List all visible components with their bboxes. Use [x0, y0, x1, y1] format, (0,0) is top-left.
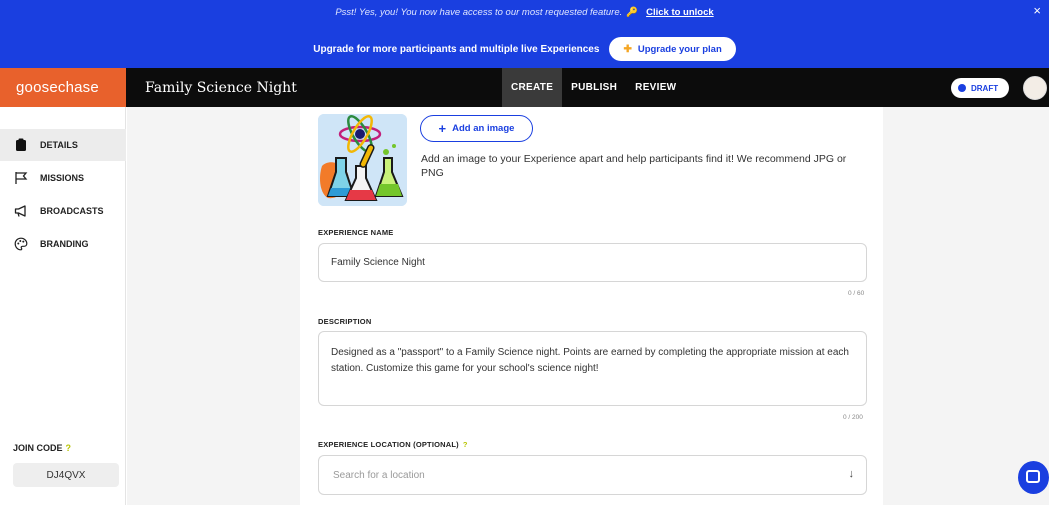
upgrade-plan-label: Upgrade your plan [637, 43, 722, 55]
name-char-counter: 0 / 60 [848, 290, 865, 297]
join-code-label-text: JOIN CODE [13, 443, 63, 453]
toggle-knob [958, 84, 966, 92]
draft-label: DRAFT [971, 83, 999, 93]
nav-tabs: CREATE PUBLISH REVIEW [502, 68, 685, 107]
sidebar-item-details[interactable]: DETAILS [0, 129, 126, 161]
experience-name-input[interactable]: Family Science Night [318, 243, 867, 282]
upgrade-line: Upgrade for more participants and multip… [0, 37, 1049, 61]
plus-icon: + [438, 121, 447, 136]
join-code-value[interactable]: DJ4QVX [13, 463, 119, 487]
upgrade-icon: ✚ [623, 43, 632, 55]
add-image-label: Add an image [452, 123, 515, 134]
sidebar-item-label: BROADCASTS [40, 206, 104, 216]
unlock-link[interactable]: Click to unlock [646, 7, 714, 18]
draft-status-toggle[interactable]: DRAFT [951, 78, 1009, 98]
chevron-down-icon[interactable]: ↓ [849, 468, 855, 480]
avatar[interactable] [1023, 76, 1047, 100]
tab-publish[interactable]: PUBLISH [562, 68, 626, 107]
description-char-counter: 0 / 200 [843, 414, 863, 421]
science-flask-image [318, 114, 407, 206]
location-label-text: EXPERIENCE LOCATION (OPTIONAL) [318, 440, 459, 449]
close-icon[interactable]: × [1033, 3, 1041, 18]
help-icon[interactable]: ? [463, 440, 468, 449]
tab-review[interactable]: REVIEW [626, 68, 685, 107]
sidebar: DETAILS MISSIONS BROADCASTS BRANDING JOI… [0, 107, 126, 505]
sidebar-item-branding[interactable]: BRANDING [0, 228, 126, 260]
tab-create[interactable]: CREATE [502, 68, 563, 107]
palette-icon [14, 237, 28, 251]
upgrade-plan-button[interactable]: ✚ Upgrade your plan [609, 37, 736, 61]
goosechase-logo[interactable]: goosechase [0, 68, 126, 107]
add-image-button[interactable]: + Add an image [420, 115, 533, 142]
chat-icon [1026, 470, 1040, 483]
location-search-input[interactable]: Search for a location ↓ [318, 455, 867, 495]
description-label: DESCRIPTION [318, 317, 372, 326]
experience-image-thumbnail[interactable] [318, 114, 407, 206]
upgrade-banner: Psst! Yes, you! You now have access to o… [0, 0, 1049, 68]
location-placeholder: Search for a location [333, 469, 425, 481]
help-icon[interactable]: ? [66, 443, 72, 453]
upgrade-text: Upgrade for more participants and multip… [313, 43, 600, 55]
image-help-text: Add an image to your Experience apart an… [421, 153, 847, 179]
sidebar-item-broadcasts[interactable]: BROADCASTS [0, 195, 126, 227]
chat-support-button[interactable] [1018, 461, 1049, 494]
clipboard-icon [16, 138, 26, 151]
key-icon: 🔑 [626, 7, 639, 18]
sidebar-item-missions[interactable]: MISSIONS [0, 162, 126, 194]
sidebar-item-label: BRANDING [40, 239, 89, 249]
flag-icon [15, 172, 28, 184]
top-navigation: goosechase Family Science Night CREATE P… [0, 68, 1049, 107]
description-textarea[interactable]: Designed as a "passport" to a Family Sci… [318, 331, 867, 406]
location-label: EXPERIENCE LOCATION (OPTIONAL)? [318, 440, 468, 449]
experience-title: Family Science Night [145, 79, 297, 96]
promo-text: Psst! Yes, you! You now have access to o… [335, 7, 623, 18]
megaphone-icon [14, 205, 26, 217]
sidebar-item-label: DETAILS [40, 140, 78, 150]
join-code-label: JOIN CODE? [13, 443, 71, 453]
experience-name-label: EXPERIENCE NAME [318, 228, 394, 237]
promo-line: Psst! Yes, you! You now have access to o… [0, 7, 1049, 18]
sidebar-item-label: MISSIONS [40, 173, 85, 183]
